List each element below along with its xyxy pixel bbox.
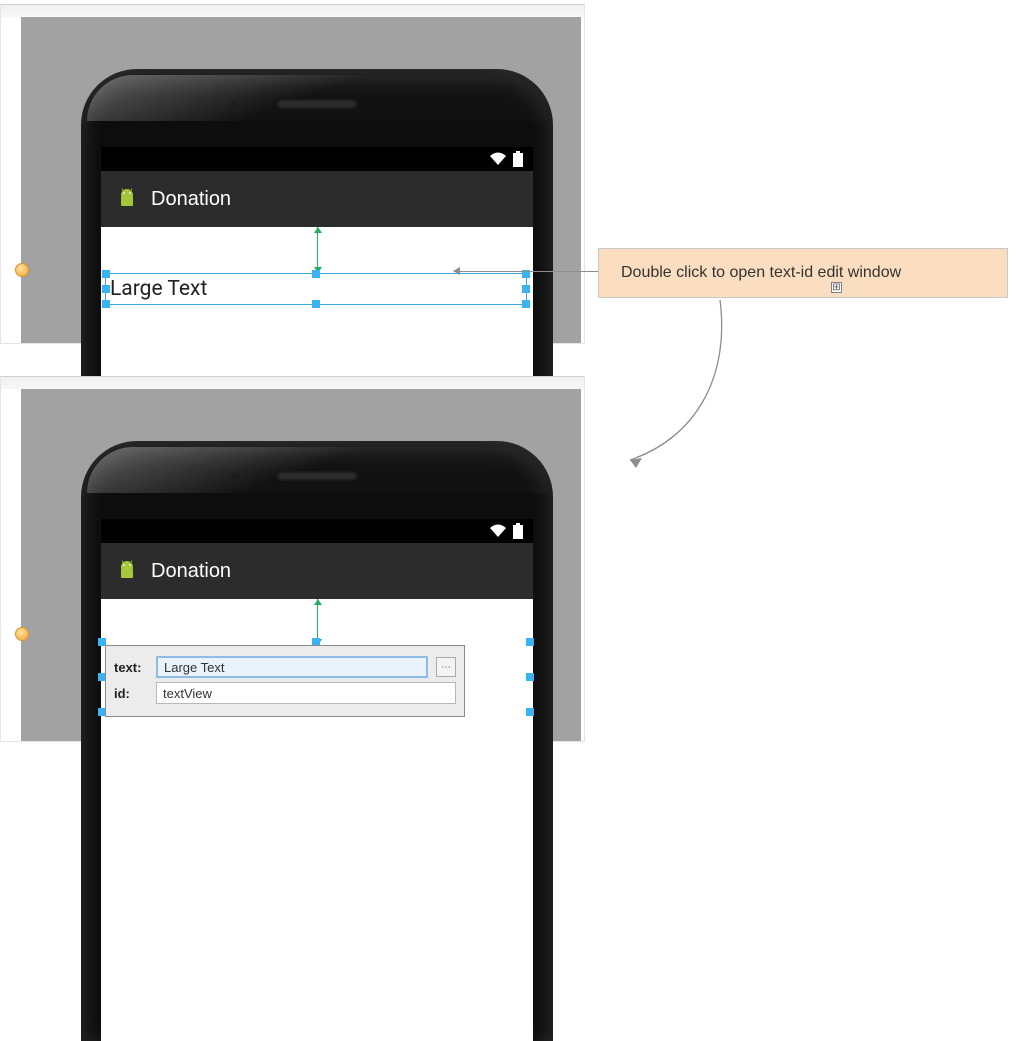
popup-row-text: text: ⋯ [114,656,456,678]
android-icon [115,187,139,211]
resize-handle[interactable] [522,285,530,293]
widget-text: Large Text [110,277,207,301]
canvas-background: Donation Large Text [21,17,581,343]
instruction-callout: Double click to open text-id edit window… [598,248,1008,298]
design-preview-top: Donation Large Text [0,4,585,344]
textview-widget[interactable]: Large Text [105,273,527,305]
resize-handle[interactable] [522,300,530,308]
action-bar: Donation [101,171,533,227]
app-title: Donation [151,560,231,583]
window-top-strip [1,5,584,17]
gutter-marker-icon[interactable] [15,263,29,277]
text-input[interactable] [156,656,428,678]
action-bar: Donation [101,543,533,599]
leader-line [454,271,598,272]
more-options-button[interactable]: ⋯ [436,657,456,677]
android-icon [115,559,139,583]
battery-icon [513,523,523,539]
resize-handle[interactable] [312,300,320,308]
phone-sensor [231,101,239,109]
canvas-background: Donation [21,389,581,741]
constraint-arrow-icon [317,227,318,273]
phone-speaker [276,471,358,481]
window-top-strip [1,377,584,389]
gutter-marker-icon[interactable] [15,627,29,641]
app-title: Donation [151,188,231,211]
id-field-label: id: [114,686,148,701]
resize-handle[interactable] [312,270,320,278]
layout-canvas[interactable]: text: ⋯ id: [101,599,533,809]
status-bar [101,147,533,171]
wifi-icon [489,152,507,166]
popup-row-id: id: [114,682,456,704]
expand-icon[interactable]: ⊞ [831,282,842,293]
resize-handle[interactable] [526,673,534,681]
flow-arrow-icon [600,298,760,474]
design-preview-bottom: Donation [0,376,585,742]
text-id-edit-popup[interactable]: text: ⋯ id: [105,645,465,717]
phone-sensor [231,473,239,481]
device-screen: Donation [101,519,533,1041]
resize-handle[interactable] [102,300,110,308]
status-bar [101,519,533,543]
resize-handle[interactable] [102,270,110,278]
battery-icon [513,151,523,167]
device-frame: Donation [81,441,553,1041]
text-field-label: text: [114,660,148,675]
resize-handle[interactable] [526,708,534,716]
phone-speaker [276,99,358,109]
resize-handle[interactable] [102,285,110,293]
id-input[interactable] [156,682,456,704]
wifi-icon [489,524,507,538]
callout-text: Double click to open text-id edit window [621,264,901,282]
resize-handle[interactable] [526,638,534,646]
